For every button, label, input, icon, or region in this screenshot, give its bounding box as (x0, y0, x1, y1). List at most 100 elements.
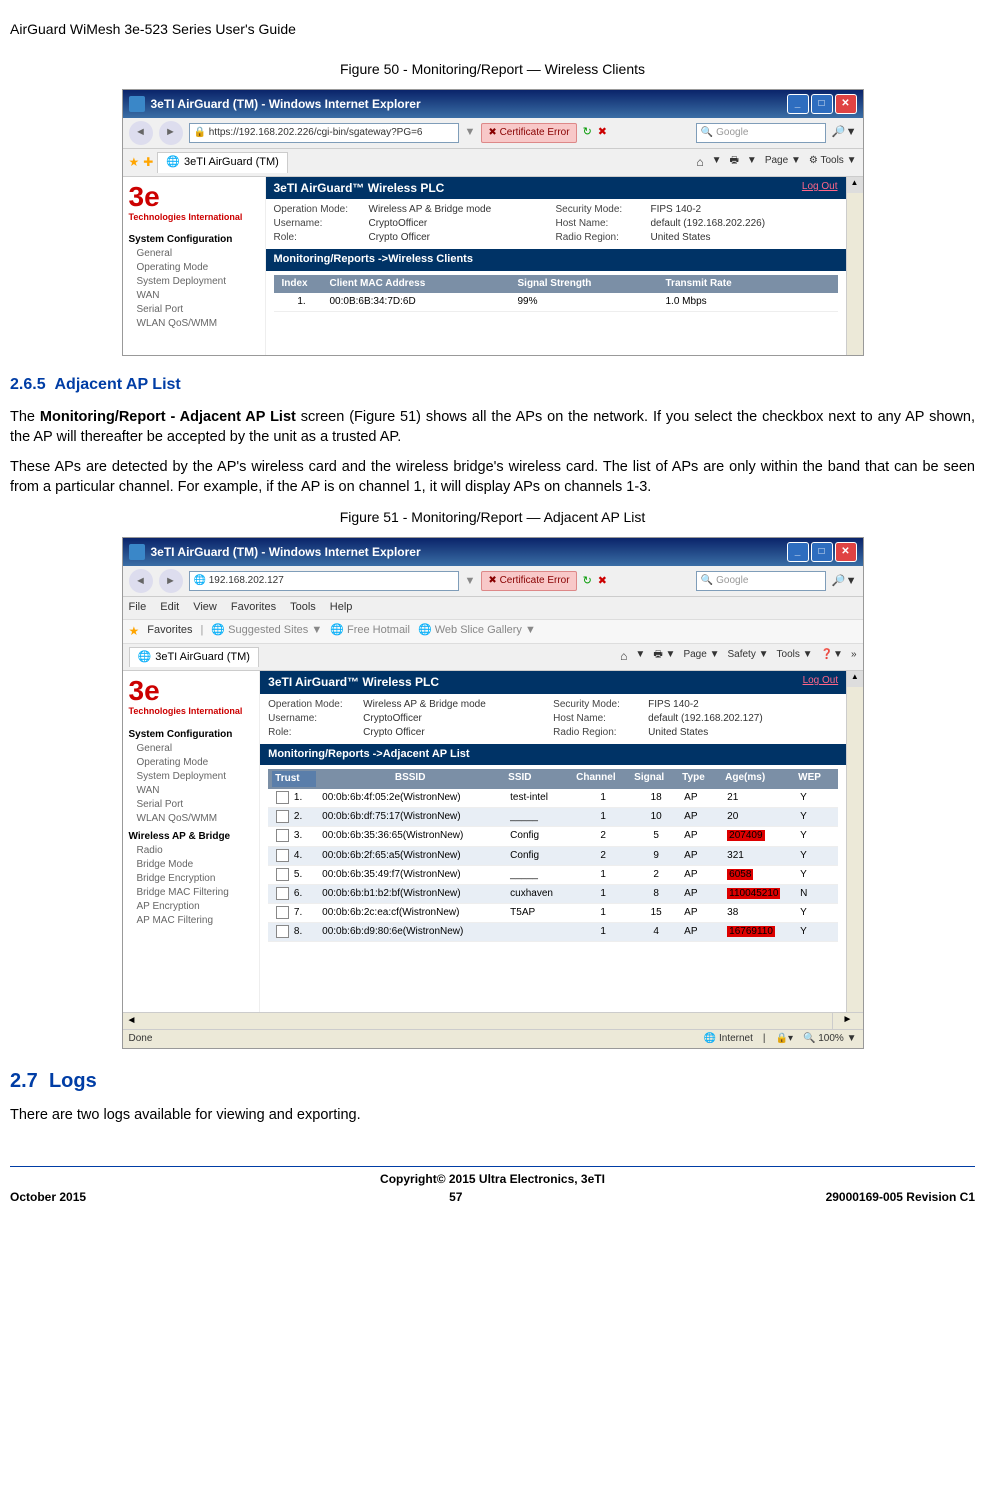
cert-error-badge[interactable]: ✖ Certificate Error (481, 571, 576, 591)
footer: October 2015 57 29000169-005 Revision C1 (10, 1189, 975, 1206)
page-menu[interactable]: Page ▼ (765, 154, 801, 171)
menu-file[interactable]: File (129, 600, 147, 615)
col-age: Age(ms) (721, 771, 794, 787)
ie-icon (129, 544, 145, 560)
table-row: 5.00:0b:6b:35:49:f7(WistronNew)_____12AP… (268, 866, 838, 885)
nav-ap-encryption[interactable]: AP Encryption (129, 900, 254, 914)
footer-rule (10, 1166, 975, 1167)
browser-tab[interactable]: 🌐 3eTI AirGuard (TM) (129, 647, 259, 667)
zoom-level[interactable]: 🔍 100% ▼ (803, 1032, 857, 1046)
nav-general[interactable]: General (129, 742, 254, 756)
safety-menu[interactable]: Safety ▼ (727, 648, 768, 665)
suggested-sites-link[interactable]: 🌐 Suggested Sites ▼ (211, 623, 322, 638)
web-slice-link[interactable]: 🌐 Web Slice Gallery ▼ (418, 623, 536, 638)
col-wep: WEP (794, 771, 832, 787)
add-favorite-icon[interactable]: ✚ (143, 154, 153, 171)
nav-system-deployment[interactable]: System Deployment (129, 275, 259, 289)
forward-button[interactable]: ► (159, 569, 183, 593)
table-row: 1.00:0b:6b:4f:05:2e(WistronNew)test-inte… (268, 789, 838, 808)
nav-wan[interactable]: WAN (129, 289, 259, 303)
url-field[interactable]: 🌐 192.168.202.127 (189, 571, 459, 591)
scrollbar[interactable]: ▲ (846, 177, 863, 356)
back-button[interactable]: ◄ (129, 569, 153, 593)
close-button[interactable]: ✕ (835, 94, 857, 114)
forward-button[interactable]: ► (159, 121, 183, 145)
close-button[interactable]: ✕ (835, 542, 857, 562)
nav-wlan-qos[interactable]: WLAN QoS/WMM (129, 812, 254, 826)
maximize-button[interactable]: □ (811, 542, 833, 562)
table-row: 8.00:0b:6b:d9:80:6e(WistronNew)14AP16769… (268, 923, 838, 942)
trust-checkbox[interactable] (276, 906, 289, 919)
trust-checkbox[interactable] (276, 810, 289, 823)
menu-help[interactable]: Help (330, 600, 353, 615)
home-button[interactable] (620, 648, 627, 665)
nav-wlan-qos[interactable]: WLAN QoS/WMM (129, 317, 259, 331)
info-block: Operation Mode:Wireless AP & Bridge mode… (266, 199, 846, 249)
table-row: 1. 00:0B:6B:34:7D:6D 99% 1.0 Mbps (274, 293, 838, 312)
adjacent-ap-table: Trust BSSID SSID Channel Signal Type Age… (260, 765, 846, 946)
nav-serial-port[interactable]: Serial Port (129, 798, 254, 812)
table-row: 6.00:0b:6b:b1:b2:bf(WistronNew)cuxhaven1… (268, 885, 838, 904)
para-1: The Monitoring/Report - Adjacent AP List… (10, 407, 975, 448)
maximize-button[interactable]: □ (811, 94, 833, 114)
trust-checkbox[interactable] (276, 925, 289, 938)
menu-edit[interactable]: Edit (160, 600, 179, 615)
logout-link[interactable]: Log Out (803, 674, 839, 691)
favorites-label[interactable]: Favorites (147, 623, 192, 638)
trust-checkbox[interactable] (276, 829, 289, 842)
nav-wan[interactable]: WAN (129, 784, 254, 798)
page-menu[interactable]: Page ▼ (683, 648, 719, 665)
favorites-icon[interactable]: ★ (129, 154, 140, 171)
nav-ap-mac-filtering[interactable]: AP MAC Filtering (129, 914, 254, 928)
nav-operating-mode[interactable]: Operating Mode (129, 261, 259, 275)
section-bar: Monitoring/Reports ->Wireless Clients (266, 249, 846, 270)
trust-checkbox[interactable] (276, 868, 289, 881)
col-type: Type (678, 771, 721, 787)
para-3: There are two logs available for viewing… (10, 1105, 975, 1125)
nav-bridge-mode[interactable]: Bridge Mode (129, 858, 254, 872)
back-button[interactable]: ◄ (129, 121, 153, 145)
trust-checkbox[interactable] (276, 791, 289, 804)
home-button[interactable] (696, 154, 703, 171)
figure-50-caption: Figure 50 - Monitoring/Report — Wireless… (10, 60, 975, 80)
minimize-button[interactable]: _ (787, 542, 809, 562)
nav-operating-mode[interactable]: Operating Mode (129, 756, 254, 770)
info-block: Operation Mode:Wireless AP & Bridge mode… (260, 694, 846, 744)
left-nav: 3e Technologies International System Con… (123, 177, 266, 356)
free-hotmail-link[interactable]: 🌐 Free Hotmail (330, 623, 410, 638)
favorites-icon[interactable]: ★ (129, 623, 140, 640)
menu-favorites[interactable]: Favorites (231, 600, 276, 615)
search-input[interactable]: 🔍 Google (696, 123, 826, 143)
table-row: 3.00:0b:6b:35:36:65(WistronNew)Config25A… (268, 827, 838, 846)
nav-general[interactable]: General (129, 247, 259, 261)
nav-bridge-encryption[interactable]: Bridge Encryption (129, 872, 254, 886)
window-title: 3eTI AirGuard (TM) - Windows Internet Ex… (151, 544, 421, 561)
tools-menu[interactable]: Tools ▼ (777, 648, 813, 665)
copyright: Copyright© 2015 Ultra Electronics, 3eTI (10, 1171, 975, 1188)
trust-checkbox[interactable] (276, 849, 289, 862)
trust-checkbox[interactable] (276, 887, 289, 900)
screenshot-wireless-clients: 3eTI AirGuard (TM) - Windows Internet Ex… (122, 89, 864, 356)
footer-page: 57 (449, 1189, 462, 1206)
search-input[interactable]: 🔍 Google (696, 571, 826, 591)
browser-tab[interactable]: 🌐 3eTI AirGuard (TM) (157, 152, 287, 172)
nav-section-sysconfig: System Configuration (129, 233, 259, 247)
nav-system-deployment[interactable]: System Deployment (129, 770, 254, 784)
url-field[interactable]: 🔒 https://192.168.202.226/cgi-bin/sgatew… (189, 123, 459, 143)
tab-bar: 🌐 3eTI AirGuard (TM) ▼ 🖶 ▼ Page ▼ Safety… (123, 644, 863, 671)
nav-radio[interactable]: Radio (129, 844, 254, 858)
cert-error-badge[interactable]: ✖ Certificate Error (481, 123, 576, 143)
logout-link[interactable]: Log Out (802, 180, 838, 197)
col-bssid: BSSID (316, 771, 504, 787)
help-icon[interactable]: ❓▼ (821, 648, 843, 665)
wireless-clients-table: Index Client MAC Address Signal Strength… (266, 271, 846, 316)
nav-serial-port[interactable]: Serial Port (129, 303, 259, 317)
address-toolbar: ◄ ► 🔒 https://192.168.202.226/cgi-bin/sg… (123, 118, 863, 149)
minimize-button[interactable]: _ (787, 94, 809, 114)
nav-bridge-mac-filtering[interactable]: Bridge MAC Filtering (129, 886, 254, 900)
tools-menu[interactable]: Tools ▼ (809, 154, 857, 171)
para-2: These APs are detected by the AP's wirel… (10, 457, 975, 498)
menu-tools[interactable]: Tools (290, 600, 316, 615)
scrollbar[interactable]: ▲ (846, 671, 862, 1012)
menu-view[interactable]: View (193, 600, 217, 615)
